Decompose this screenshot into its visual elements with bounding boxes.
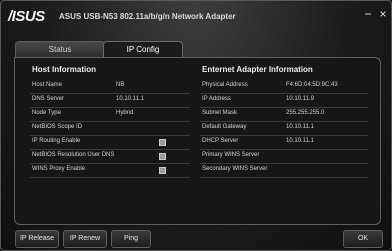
- host-name-value: NB: [116, 82, 125, 88]
- minimize-button[interactable]: −: [361, 7, 375, 21]
- node-type-label: Node Type: [32, 110, 61, 116]
- ip-routing-row: IP Routing Enable: [30, 137, 190, 150]
- ip-renew-button[interactable]: IP Renew: [63, 230, 107, 248]
- physical-address-label: Physical Address: [202, 82, 248, 88]
- app-window: /ISUS ASUS USB-N53 802.11a/b/g/n Network…: [0, 0, 392, 251]
- primary-wins-label: Primary WINS Server: [202, 152, 260, 158]
- dns-server-value: 10.10.11.1: [116, 96, 144, 102]
- physical-address-value: F4:6D:04:5D:9C:43: [286, 82, 338, 88]
- default-gateway-value: 10.10.11.1: [286, 124, 314, 130]
- netbios-scope-row: NetBIOS Scope ID: [30, 123, 190, 136]
- dhcp-server-row: DHCP Server 10.10.11.1: [200, 137, 368, 150]
- title-bar[interactable]: /ISUS ASUS USB-N53 802.11a/b/g/n Network…: [1, 1, 391, 33]
- host-name-label: Host Name: [32, 82, 63, 88]
- ip-config-panel: Host Information Host Name NB DNS Server…: [14, 57, 381, 225]
- ping-button[interactable]: Ping: [111, 230, 151, 248]
- dhcp-server-label: DHCP Server: [202, 138, 239, 144]
- ip-address-value: 10.10.11.9: [286, 96, 314, 102]
- ip-routing-checkbox[interactable]: [159, 139, 166, 146]
- ip-routing-label: IP Routing Enable: [32, 138, 81, 144]
- netbios-scope-label: NetBIOS Scope ID: [32, 124, 83, 130]
- wins-proxy-label: WINS Proxy Enable: [32, 166, 86, 172]
- ethernet-info-heading: Enternet Adapter Information: [202, 65, 313, 74]
- close-button[interactable]: ×: [376, 7, 390, 21]
- netbios-dns-checkbox[interactable]: [159, 153, 166, 160]
- subnet-mask-value: 255.255.255.0: [286, 110, 325, 116]
- dhcp-server-value: 10.10.11.1: [286, 138, 314, 144]
- ok-button[interactable]: OK: [343, 230, 383, 248]
- netbios-dns-label: NetBIOS Resolution User DNS: [32, 152, 115, 158]
- host-info-heading: Host Information: [32, 65, 96, 74]
- primary-wins-row: Primary WINS Server: [200, 151, 368, 164]
- physical-address-row: Physical Address F4:6D:04:5D:9C:43: [200, 81, 368, 94]
- subnet-mask-label: Subnet Mask: [202, 110, 238, 116]
- default-gateway-row: Default Gateway 10.10.11.1: [200, 123, 368, 136]
- ip-address-label: IP Address: [202, 96, 231, 102]
- ip-address-row: IP Address 10.10.11.9: [200, 95, 368, 108]
- host-name-row: Host Name NB: [30, 81, 190, 94]
- tab-status[interactable]: Status: [15, 41, 105, 58]
- subnet-mask-row: Subnet Mask 255.255.255.0: [200, 109, 368, 122]
- wins-proxy-checkbox[interactable]: [159, 167, 166, 174]
- default-gateway-label: Default Gateway: [202, 124, 247, 130]
- ip-release-button[interactable]: IP Release: [15, 230, 59, 248]
- wins-proxy-row: WINS Proxy Enable: [30, 165, 190, 178]
- node-type-value: Hybrid: [116, 110, 134, 116]
- node-type-row: Node Type Hybrid: [30, 109, 190, 122]
- window-title: ASUS USB-N53 802.11a/b/g/n Network Adapt…: [59, 12, 236, 21]
- dns-server-row: DNS Server 10.10.11.1: [30, 95, 190, 108]
- asus-logo: /ISUS: [8, 8, 45, 25]
- dns-server-label: DNS Server: [32, 96, 65, 102]
- netbios-dns-row: NetBIOS Resolution User DNS: [30, 151, 190, 164]
- secondary-wins-row: Secondary WINS Server: [200, 165, 368, 178]
- secondary-wins-label: Secondary WINS Server: [202, 166, 268, 172]
